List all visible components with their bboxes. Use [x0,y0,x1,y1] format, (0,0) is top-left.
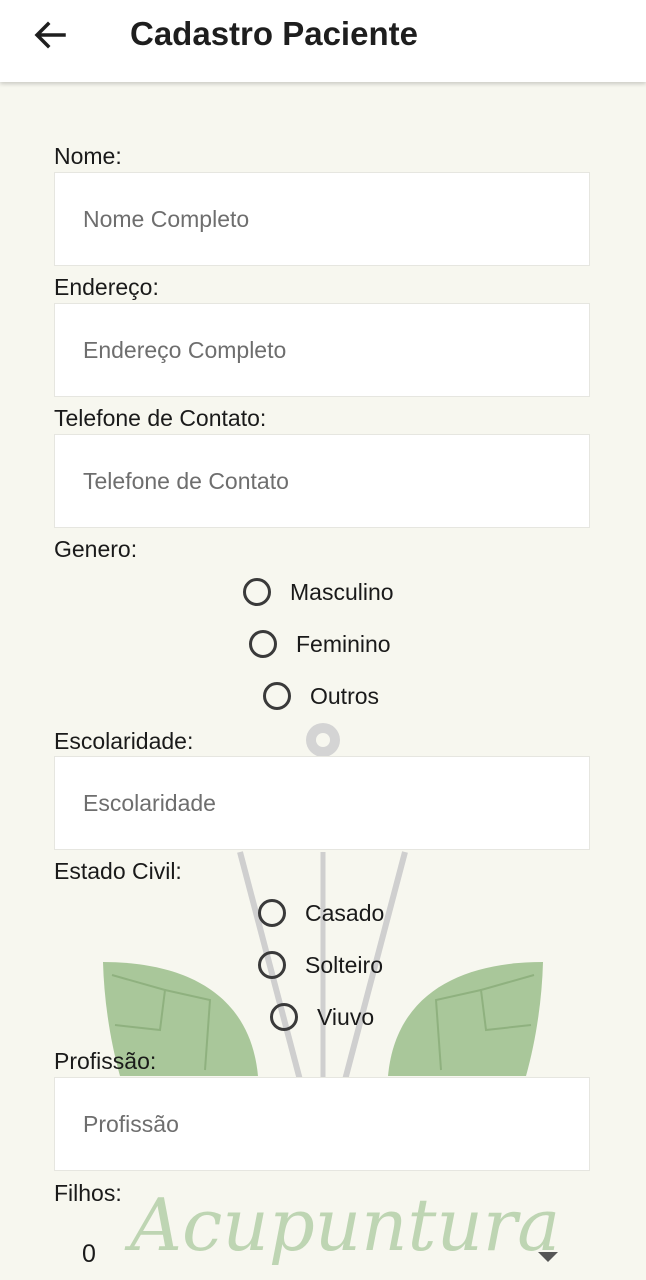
profissao-label: Profissão: [54,1048,157,1074]
radio-casado[interactable]: Casado [258,899,384,927]
genero-label: Genero: [54,536,138,562]
radio-label: Masculino [290,579,394,605]
profissao-input[interactable] [55,1078,589,1170]
escolaridade-input[interactable] [55,757,589,849]
nome-field-container [54,172,590,266]
page-title: Cadastro Paciente [130,15,418,52]
radio-circle-icon[interactable] [263,682,291,710]
profissao-field-container [54,1077,590,1171]
telefone-field-container [54,434,590,528]
radio-circle-icon[interactable] [249,630,277,658]
radio-circle-icon[interactable] [258,951,286,979]
radio-outros[interactable]: Outros [263,682,379,710]
endereco-input[interactable] [55,304,589,396]
telefone-label: Telefone de Contato: [54,405,267,431]
app-screen: Acupuntura Cadastro Paciente Nome: Ender… [0,0,646,1280]
arrow-left-icon [34,21,66,49]
escolaridade-label: Escolaridade: [54,728,194,754]
radio-circle-icon[interactable] [243,578,271,606]
radio-circle-icon[interactable] [258,899,286,927]
nome-input[interactable] [55,173,589,265]
telefone-input[interactable] [55,435,589,527]
radio-label: Casado [305,900,385,926]
radio-solteiro[interactable]: Solteiro [258,951,383,979]
radio-label: Outros [310,683,380,709]
back-button[interactable] [24,12,76,58]
app-bar: Cadastro Paciente [0,0,646,82]
nome-label: Nome: [54,143,122,169]
endereco-label: Endereço: [54,274,159,300]
estado-civil-label: Estado Civil: [54,858,182,884]
radio-viuvo[interactable]: Viuvo [270,1003,374,1031]
filhos-selected-value: 0 [82,1240,96,1268]
filhos-select[interactable]: 0 [54,1218,590,1280]
dropdown-arrow-icon [538,1252,558,1262]
radio-masculino[interactable]: Masculino [243,578,394,606]
filhos-label: Filhos: [54,1180,122,1206]
patient-form: Nome: Endereço: Telefone de Contato: Gen… [0,0,646,1280]
radio-label: Viuvo [317,1004,375,1030]
radio-label: Feminino [296,631,391,657]
radio-label: Solteiro [305,952,383,978]
radio-circle-icon[interactable] [270,1003,298,1031]
escolaridade-field-container [54,756,590,850]
endereco-field-container [54,303,590,397]
radio-feminino[interactable]: Feminino [249,630,391,658]
